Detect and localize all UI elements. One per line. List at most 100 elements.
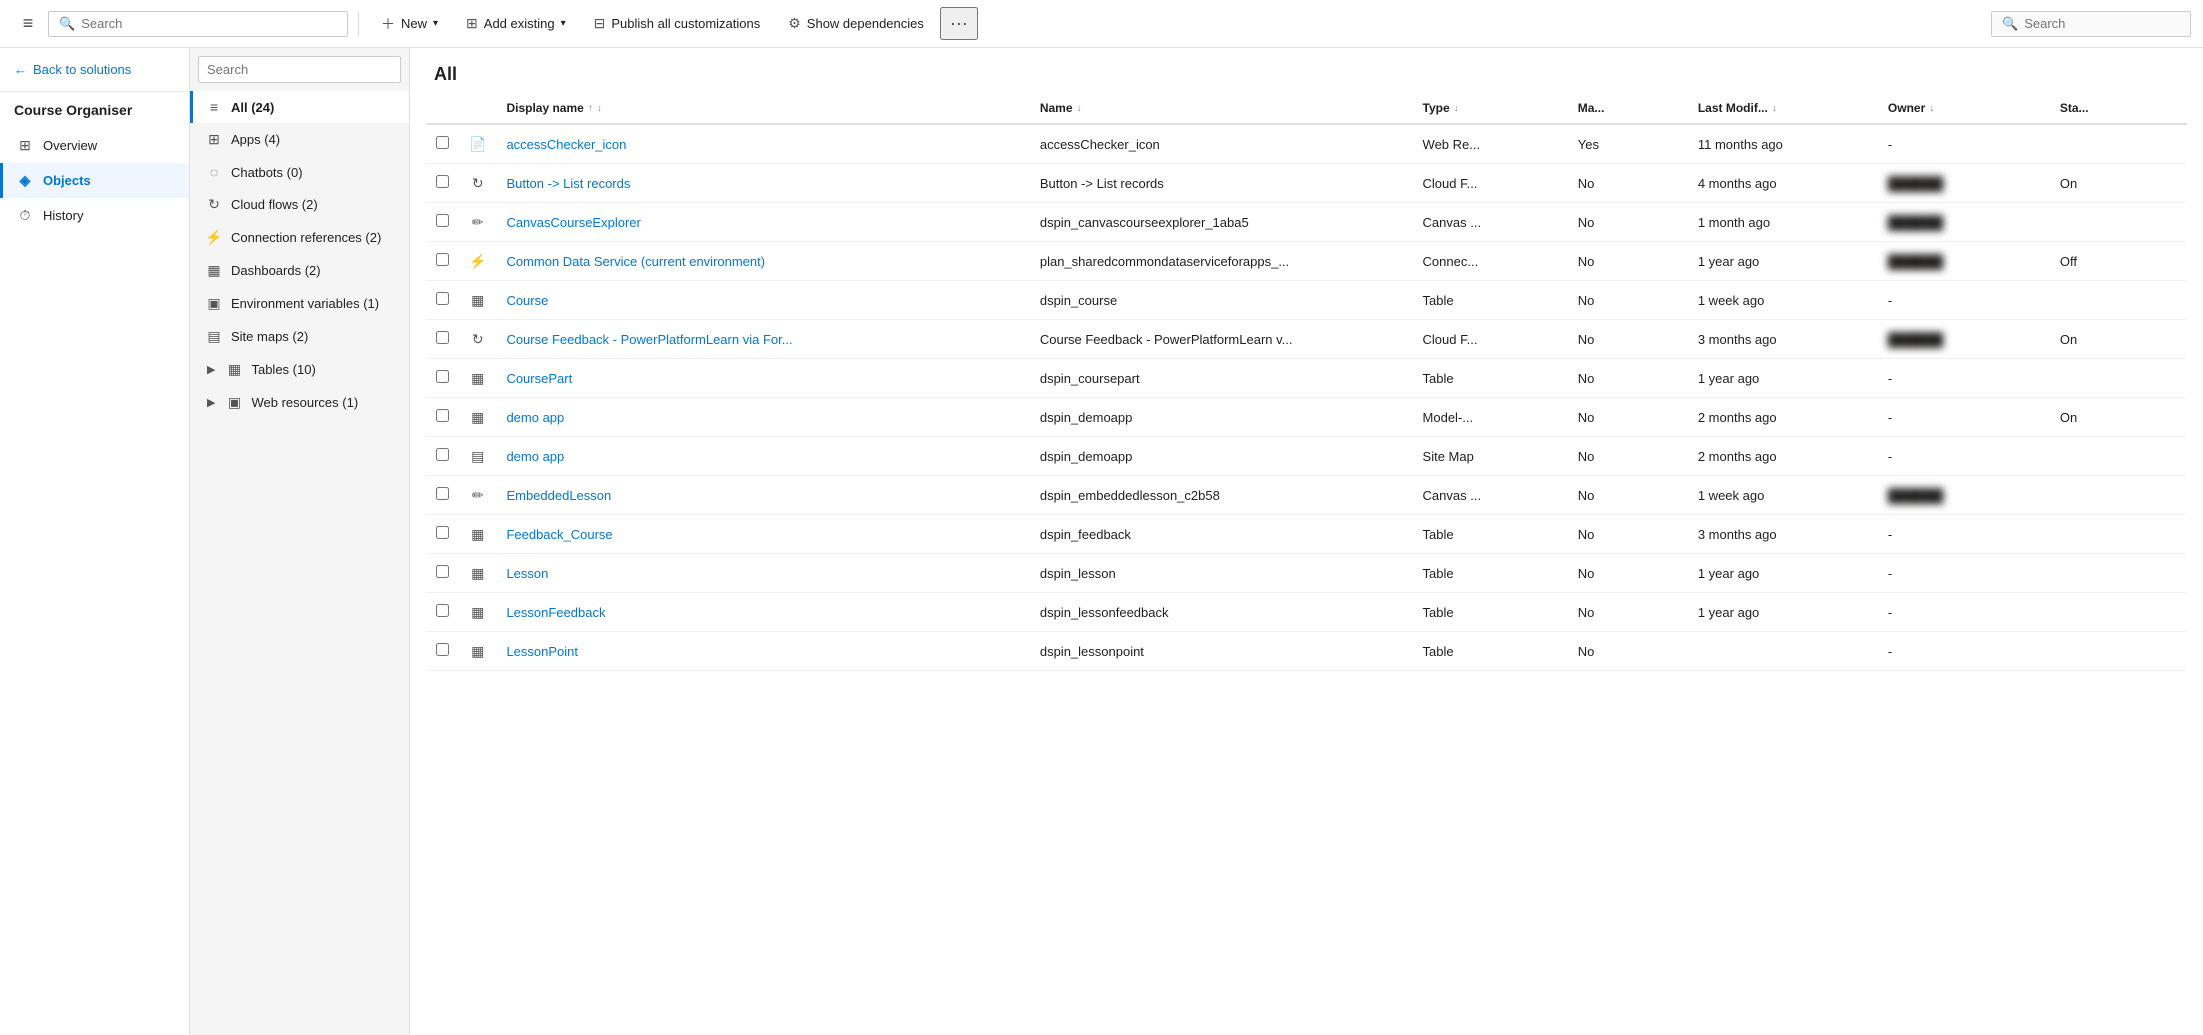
row-checkbox-3[interactable] (436, 253, 449, 266)
row-more-cell[interactable]: ⋮ (982, 632, 1030, 671)
row-more-cell[interactable]: ⋮ (982, 203, 1030, 242)
col-header-modified[interactable]: Last Modif... ↓ (1688, 93, 1878, 124)
row-type-icon-cell: ▦ (459, 281, 496, 320)
row-display-name[interactable]: accessChecker_icon (496, 124, 981, 164)
middle-search-input[interactable] (198, 56, 401, 83)
row-more-cell[interactable]: ⋮ (982, 593, 1030, 632)
col-header-managed[interactable]: Ma... (1568, 93, 1688, 124)
row-checkbox-12[interactable] (436, 604, 449, 617)
row-display-name[interactable]: Button -> List records (496, 164, 981, 203)
hamburger-menu[interactable]: ≡ (12, 8, 44, 40)
middle-item-apps[interactable]: ⊞ Apps (4) (190, 123, 409, 156)
row-more-cell[interactable]: ⋮ (982, 398, 1030, 437)
middle-item-all[interactable]: ≡ All (24) (190, 91, 409, 123)
row-select-cell[interactable] (426, 437, 459, 476)
sidebar-item-objects[interactable]: ◈ Objects (0, 163, 189, 198)
row-display-name[interactable]: demo app (496, 437, 981, 476)
row-select-cell[interactable] (426, 281, 459, 320)
back-to-solutions-button[interactable]: ← Back to solutions (0, 48, 189, 92)
row-display-name[interactable]: Course Feedback - PowerPlatformLearn via… (496, 320, 981, 359)
row-select-cell[interactable] (426, 593, 459, 632)
row-select-cell[interactable] (426, 124, 459, 164)
row-display-name[interactable]: Feedback_Course (496, 515, 981, 554)
middle-item-cloudflows[interactable]: ↻ Cloud flows (2) (190, 188, 409, 221)
new-button[interactable]: ＋ New ▾ (369, 8, 450, 40)
publish-button[interactable]: ⊟ Publish all customizations (582, 9, 773, 38)
row-name: dspin_embeddedlesson_c2b58 (1030, 476, 1413, 515)
row-select-cell[interactable] (426, 398, 459, 437)
row-checkbox-10[interactable] (436, 526, 449, 539)
row-checkbox-1[interactable] (436, 175, 449, 188)
row-type-icon-cell: ▦ (459, 398, 496, 437)
row-more-cell[interactable]: ⋮ (982, 359, 1030, 398)
row-checkbox-9[interactable] (436, 487, 449, 500)
middle-item-envvars[interactable]: ▣ Environment variables (1) (190, 287, 409, 320)
row-more-cell[interactable]: ⋮ (982, 476, 1030, 515)
middle-item-tables[interactable]: ▶ ▦ Tables (10) (190, 353, 409, 386)
toolbar-search-box[interactable]: 🔍 (48, 11, 348, 37)
row-checkbox-2[interactable] (436, 214, 449, 227)
show-deps-button[interactable]: ⚙ Show dependencies (776, 9, 936, 38)
webresources-expand-icon[interactable]: ▶ (205, 396, 217, 409)
row-more-cell[interactable]: ⋮ (982, 515, 1030, 554)
row-select-cell[interactable] (426, 515, 459, 554)
row-more-cell[interactable]: ⋮ (982, 437, 1030, 476)
row-display-name[interactable]: LessonFeedback (496, 593, 981, 632)
search-right-input[interactable] (2024, 16, 2200, 31)
row-select-cell[interactable] (426, 242, 459, 281)
middle-item-webresources[interactable]: ▶ ▣ Web resources (1) (190, 386, 409, 419)
toolbar-search-input[interactable] (81, 16, 337, 31)
row-select-cell[interactable] (426, 164, 459, 203)
col-header-type[interactable]: Type ↓ (1413, 93, 1568, 124)
row-select-cell[interactable] (426, 203, 459, 242)
row-display-name[interactable]: Course (496, 281, 981, 320)
row-select-cell[interactable] (426, 632, 459, 671)
row-checkbox-13[interactable] (436, 643, 449, 656)
row-status (2050, 554, 2187, 593)
row-display-name[interactable]: Lesson (496, 554, 981, 593)
middle-search-box[interactable] (190, 48, 409, 91)
row-select-cell[interactable] (426, 320, 459, 359)
chatbots-icon: ◌ (205, 164, 223, 180)
row-checkbox-7[interactable] (436, 409, 449, 422)
row-display-name[interactable]: LessonPoint (496, 632, 981, 671)
row-display-name[interactable]: EmbeddedLesson (496, 476, 981, 515)
row-display-name[interactable]: Common Data Service (current environment… (496, 242, 981, 281)
row-select-cell[interactable] (426, 476, 459, 515)
col-header-name[interactable]: Name ↓ (1030, 93, 1413, 124)
middle-item-dashboards[interactable]: ▦ Dashboards (2) (190, 254, 409, 287)
row-status: Off (2050, 242, 2187, 281)
add-existing-button[interactable]: ⊞ Add existing ▾ (454, 9, 578, 38)
row-more-cell[interactable]: ⋮ (982, 554, 1030, 593)
row-checkbox-6[interactable] (436, 370, 449, 383)
tables-expand-icon[interactable]: ▶ (205, 363, 217, 376)
middle-item-connrefs[interactable]: ⚡ Connection references (2) (190, 221, 409, 254)
row-display-name[interactable]: CanvasCourseExplorer (496, 203, 981, 242)
sidebar-item-overview[interactable]: ⊞ Overview (0, 128, 189, 163)
row-type: Table (1413, 515, 1568, 554)
row-name: Button -> List records (1030, 164, 1413, 203)
row-managed: No (1568, 515, 1688, 554)
row-select-cell[interactable] (426, 554, 459, 593)
row-more-cell[interactable]: ⋮ (982, 281, 1030, 320)
more-options-button[interactable]: ··· (940, 7, 978, 40)
middle-item-sitemaps[interactable]: ▤ Site maps (2) (190, 320, 409, 353)
row-checkbox-5[interactable] (436, 331, 449, 344)
col-header-owner[interactable]: Owner ↓ (1878, 93, 2050, 124)
row-more-cell[interactable]: ⋮ (982, 164, 1030, 203)
row-display-name[interactable]: CoursePart (496, 359, 981, 398)
row-more-cell[interactable]: ⋮ (982, 124, 1030, 164)
row-checkbox-11[interactable] (436, 565, 449, 578)
row-checkbox-8[interactable] (436, 448, 449, 461)
col-header-display[interactable]: Display name ↑ ↓ (496, 93, 981, 124)
row-more-cell[interactable]: ⋮ (982, 320, 1030, 359)
toolbar-search-right[interactable]: 🔍 (1991, 11, 2191, 37)
middle-item-chatbots[interactable]: ◌ Chatbots (0) (190, 156, 409, 188)
row-status (2050, 203, 2187, 242)
row-display-name[interactable]: demo app (496, 398, 981, 437)
row-more-cell[interactable]: ⋮ (982, 242, 1030, 281)
sidebar-item-history[interactable]: ⏱ History (0, 198, 189, 233)
row-select-cell[interactable] (426, 359, 459, 398)
row-checkbox-4[interactable] (436, 292, 449, 305)
row-checkbox-0[interactable] (436, 136, 449, 149)
